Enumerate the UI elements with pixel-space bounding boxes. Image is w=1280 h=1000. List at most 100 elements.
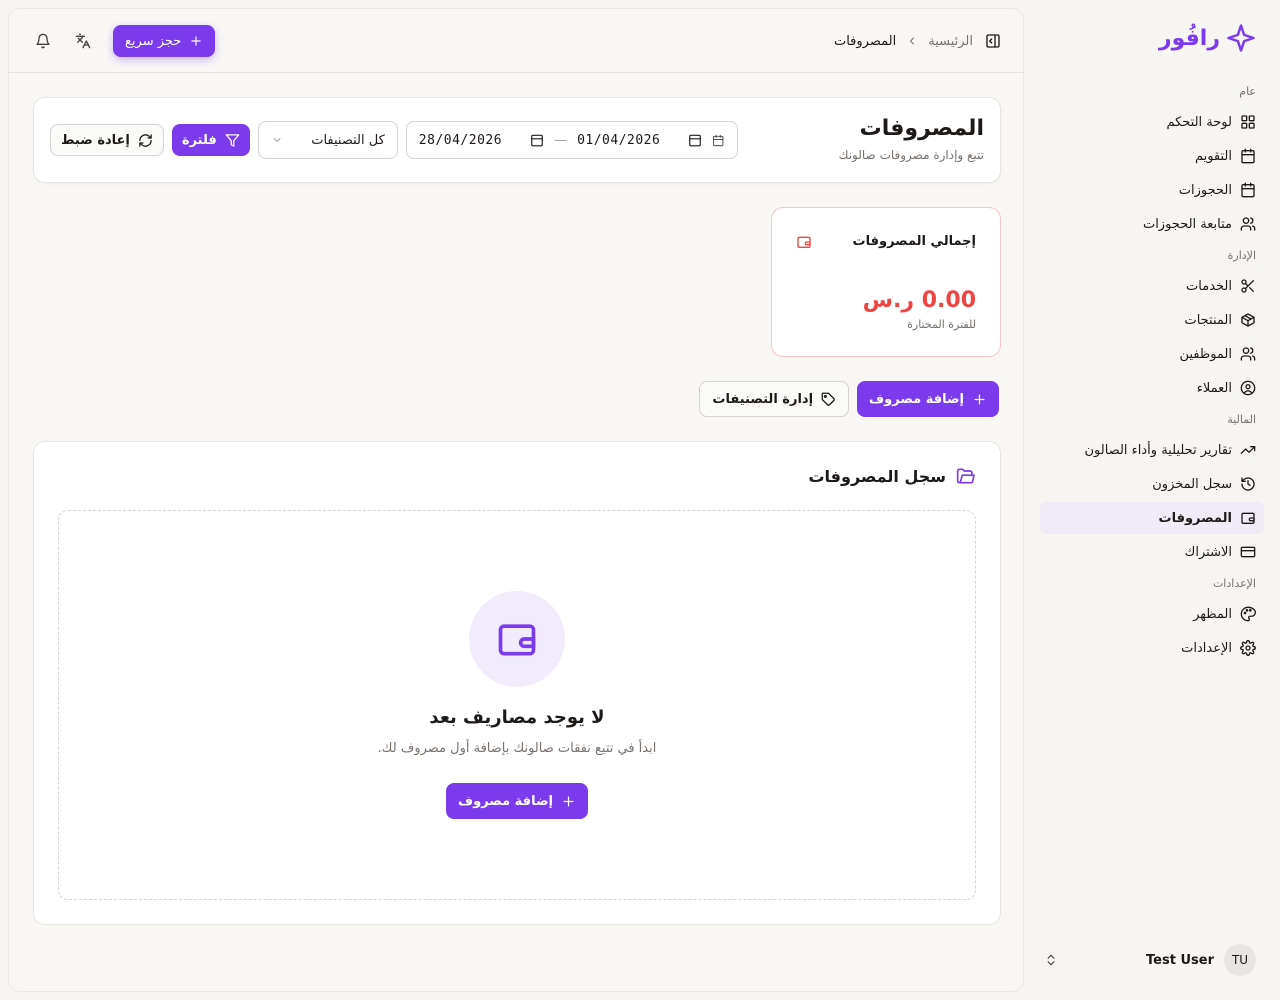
sidebar: رافُور عام لوحة التحكم التقويم الحجوزات متاب… <box>1024 0 1280 1000</box>
calendar-picker-icon[interactable] <box>530 133 544 147</box>
date-to-input[interactable]: 28/04/2026 <box>419 133 544 148</box>
sidebar-item-label: الحجوزات <box>1178 182 1232 198</box>
panel-left-icon <box>986 34 1000 48</box>
user-name: Test User <box>1146 952 1214 968</box>
sidebar-item-label: لوحة التحكم <box>1166 114 1232 130</box>
sidebar-item-label: الخدمات <box>1186 278 1232 294</box>
sidebar-item-label: متابعة الحجوزات <box>1142 216 1232 232</box>
page-subtitle: تتبع وإدارة مصروفات صالونك <box>838 148 984 162</box>
refresh-icon <box>139 133 152 147</box>
package-icon <box>1241 313 1255 327</box>
empty-state-illustration <box>469 591 565 687</box>
brand-logo[interactable]: رافُور <box>1159 20 1256 56</box>
date-to-value: 28/04/2026 <box>418 132 503 148</box>
avatar: TU <box>1224 944 1256 976</box>
date-from-value: 01/04/2026 <box>577 132 661 148</box>
sidebar-item-label: المظهر <box>1193 606 1232 622</box>
sidebar-item[interactable]: تقارير تحليلية وأداء الصالون <box>1040 434 1264 466</box>
sidebar-item[interactable]: المصروفات <box>1040 502 1264 534</box>
empty-state-subtitle: ابدأ في تتبع نفقات صالونك بإضافة أول مصر… <box>377 741 657 756</box>
filter-label: فلترة <box>181 132 217 148</box>
sidebar-item[interactable]: متابعة الحجوزات <box>1040 208 1264 240</box>
topbar: الرئيسية المصروفات حجز سريع <box>9 9 1023 73</box>
date-range: 01/04/2026 — 28/04/2026 <box>405 121 738 159</box>
sidebar-item-label: العملاء <box>1196 380 1232 396</box>
total-expenses-card: إجمالي المصروفات 0.00 ر.س للفترة المختار… <box>771 207 1001 357</box>
sidebar-item[interactable]: سجل المخزون <box>1040 468 1264 500</box>
sidebar-item-label: الإعدادات <box>1181 640 1232 656</box>
main-panel: الرئيسية المصروفات حجز سريع المصروفات تت… <box>8 8 1024 992</box>
sidebar-item[interactable]: التقويم <box>1040 140 1264 172</box>
sidebar-item-label: المنتجات <box>1184 312 1232 328</box>
sidebar-item-label: تقارير تحليلية وأداء الصالون <box>1084 442 1233 458</box>
bell-icon <box>36 33 50 49</box>
wallet-icon <box>498 624 536 656</box>
history-icon <box>1241 477 1255 491</box>
dashboard-icon <box>1241 115 1255 129</box>
add-expense-label: إضافة مصروف <box>869 391 964 407</box>
nav-group-label: الإدارة <box>1227 249 1256 262</box>
user-menu[interactable]: TU Test User <box>1044 944 1256 976</box>
sidebar-item-label: الاشتراك <box>1184 544 1232 560</box>
expense-log-title: سجل المصروفات <box>808 466 946 486</box>
expense-log-header: سجل المصروفات <box>808 466 976 486</box>
sidebar-item[interactable]: المظهر <box>1040 598 1264 630</box>
date-from-input[interactable]: 01/04/2026 <box>577 133 702 148</box>
reset-label: إعادة ضبط <box>61 132 130 148</box>
add-expense-button[interactable]: إضافة مصروف <box>857 381 999 417</box>
stat-title: إجمالي المصروفات <box>852 234 976 249</box>
gear-icon <box>1240 640 1256 656</box>
calendar-icon <box>1241 148 1255 164</box>
stat-value: 0.00 ر.س <box>862 288 976 313</box>
calendar-icon <box>1241 182 1255 198</box>
folder-open-icon <box>956 468 975 484</box>
breadcrumb-home[interactable]: الرئيسية <box>928 34 973 49</box>
users-icon <box>1240 347 1256 361</box>
sidebar-item[interactable]: لوحة التحكم <box>1040 106 1264 138</box>
sidebar-toggle-button[interactable] <box>983 31 1003 51</box>
stat-note: للفترة المختارة <box>907 318 976 331</box>
reset-button[interactable]: إعادة ضبط <box>50 124 164 156</box>
sidebar-item[interactable]: المنتجات <box>1040 304 1264 336</box>
filter-button[interactable]: فلترة <box>171 124 250 156</box>
empty-add-expense-label: إضافة مصروف <box>458 793 553 809</box>
sidebar-item-label: الموظفين <box>1179 346 1232 362</box>
sidebar-item-label: سجل المخزون <box>1152 476 1232 492</box>
date-range-separator: — <box>554 132 568 148</box>
empty-state-title: لا يوجد مصاريف بعد <box>429 707 605 728</box>
category-select[interactable]: كل التصنيفات <box>257 121 398 159</box>
sparkle-icon <box>1227 24 1255 52</box>
notifications-button[interactable] <box>33 31 53 51</box>
sidebar-item[interactable]: الموظفين <box>1040 338 1264 370</box>
language-button[interactable] <box>73 31 93 51</box>
plus-icon <box>563 796 574 806</box>
sidebar-nav: عام لوحة التحكم التقويم الحجوزات متابعة الحج… <box>1040 76 1264 666</box>
breadcrumb-current: المصروفات <box>833 33 897 49</box>
empty-add-expense-button[interactable]: إضافة مصروف <box>446 783 588 819</box>
chevron-left-icon <box>910 37 915 45</box>
sidebar-item[interactable]: الخدمات <box>1040 270 1264 302</box>
quick-booking-button[interactable]: حجز سريع <box>113 25 216 57</box>
manage-categories-label: إدارة التصنيفات <box>712 391 814 407</box>
sidebar-item[interactable]: الاشتراك <box>1040 536 1264 568</box>
page-title: المصروفات <box>859 116 984 141</box>
sidebar-item[interactable]: العملاء <box>1040 372 1264 404</box>
brand-name: رافُور <box>1158 25 1220 51</box>
manage-categories-button[interactable]: إدارة التصنيفات <box>699 381 850 417</box>
topbar-actions: حجز سريع <box>33 25 216 57</box>
trending-up-icon <box>1240 446 1256 454</box>
breadcrumb: الرئيسية المصروفات <box>834 31 1003 51</box>
user-circle-icon <box>1240 380 1256 396</box>
credit-card-icon <box>1240 546 1256 558</box>
calendar-picker-icon[interactable] <box>688 133 702 147</box>
nav-group-label: الإعدادات <box>1212 577 1256 590</box>
expense-actions: إضافة مصروف إدارة التصنيفات <box>699 381 999 417</box>
sidebar-item[interactable]: الإعدادات <box>1040 632 1264 664</box>
sidebar-item[interactable]: الحجوزات <box>1040 174 1264 206</box>
filters-bar: إعادة ضبط فلترة كل التصنيفات 01/04/2026 … <box>50 120 738 160</box>
users-icon <box>1240 217 1256 231</box>
quick-booking-label: حجز سريع <box>125 33 182 49</box>
chevron-down-icon <box>273 138 281 142</box>
wallet-icon <box>797 236 811 248</box>
tag-icon <box>821 392 835 406</box>
